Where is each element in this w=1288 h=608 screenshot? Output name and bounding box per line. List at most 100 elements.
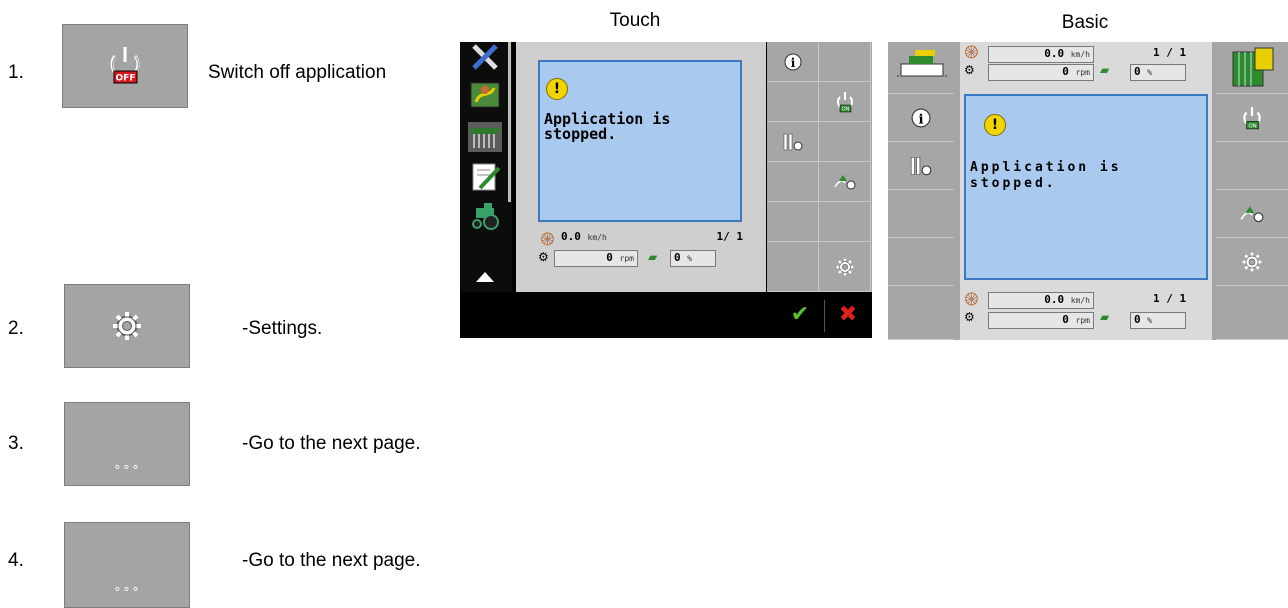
confirm-button[interactable]: ✔ bbox=[780, 302, 820, 327]
more-icon: ∘∘∘ bbox=[113, 582, 141, 597]
checklist-icon[interactable] bbox=[468, 162, 502, 192]
bottom-divider bbox=[824, 300, 825, 332]
basic-terminal: i 🛞 0.0 km/h 1 / 1 ⚙ 0 rpm ▰ 0 % ! Appli… bbox=[888, 42, 1288, 340]
tractor-icon[interactable] bbox=[468, 200, 502, 230]
touch-scrollbar[interactable] bbox=[508, 42, 511, 202]
flow-icon bbox=[833, 174, 855, 189]
touch-softkey-settings[interactable] bbox=[819, 242, 871, 292]
tools-icon[interactable] bbox=[468, 42, 502, 72]
touch-speed-field: 0.0 km/h bbox=[561, 230, 607, 243]
step-2-text: -Settings. bbox=[242, 318, 323, 339]
basic-right-key-top[interactable] bbox=[1216, 42, 1288, 94]
touch-softkey-section-settings[interactable] bbox=[767, 122, 819, 162]
cancel-button[interactable]: ✖ bbox=[828, 302, 868, 327]
basic-speed-field-top: 0.0 km/h bbox=[988, 46, 1094, 63]
touch-softkey-panel: i ON bbox=[767, 42, 872, 292]
basic-percent-field-top: 0 % bbox=[1130, 64, 1186, 81]
touch-percent-field: 0 % bbox=[670, 250, 716, 267]
step-1-number: 1. bbox=[8, 62, 24, 83]
step-4-text: -Go to the next page. bbox=[242, 550, 421, 571]
basic-speed-field-bottom: 0.0 km/h bbox=[988, 292, 1094, 309]
basic-rpm-field-bottom: 0 rpm bbox=[988, 312, 1094, 329]
basic-softkey-settings[interactable] bbox=[1216, 238, 1288, 286]
basic-section-field-bottom: 1 / 1 bbox=[1153, 292, 1187, 305]
basic-softkey-flow[interactable] bbox=[1216, 190, 1288, 238]
svg-text:ON: ON bbox=[841, 106, 849, 112]
rate-icon: ▰ bbox=[1100, 310, 1110, 324]
sections-map-icon bbox=[1232, 47, 1274, 86]
basic-left-key-empty-1[interactable] bbox=[888, 190, 954, 238]
basic-left-key-top[interactable] bbox=[888, 42, 954, 94]
gear-icon bbox=[113, 312, 141, 340]
svg-text:i: i bbox=[790, 56, 795, 70]
touch-bottom-bar: ✔ ✖ bbox=[460, 292, 872, 338]
more-icon: ∘∘∘ bbox=[113, 460, 141, 475]
basic-left-key-empty-2[interactable] bbox=[888, 238, 954, 286]
basic-softkey-power-on[interactable]: ON bbox=[1216, 94, 1288, 142]
touch-softkey-empty-4[interactable] bbox=[767, 162, 819, 202]
implement-icon[interactable] bbox=[468, 122, 502, 152]
basic-screen: 🛞 0.0 km/h 1 / 1 ⚙ 0 rpm ▰ 0 % ! Applica… bbox=[960, 42, 1212, 340]
next-page-key-2[interactable]: ∘∘∘ bbox=[64, 522, 190, 608]
settings-key[interactable] bbox=[64, 284, 190, 368]
touch-screen: ! Application is stopped. 🛞 0.0 km/h 1/ … bbox=[516, 42, 766, 292]
touch-softkey-flow[interactable] bbox=[819, 162, 871, 202]
basic-section-field-top: 1 / 1 bbox=[1153, 46, 1187, 59]
rate-icon: ▰ bbox=[648, 250, 658, 264]
step-1-text: Switch off application bbox=[208, 62, 387, 83]
power-on-icon: ON bbox=[836, 91, 853, 112]
gear-icon bbox=[1242, 252, 1262, 271]
svg-text:ON: ON bbox=[1248, 123, 1256, 129]
touch-softkey-empty-7[interactable] bbox=[767, 242, 819, 292]
touch-softkey-empty-3[interactable] bbox=[819, 122, 871, 162]
next-page-key-1[interactable]: ∘∘∘ bbox=[64, 402, 190, 486]
rpm-icon: ⚙ bbox=[964, 63, 975, 77]
touch-section-field: 1/ 1 bbox=[716, 230, 744, 243]
svg-text:OFF: OFF bbox=[116, 74, 136, 84]
step-4-number: 4. bbox=[8, 550, 24, 571]
speed-icon: 🛞 bbox=[964, 292, 979, 306]
basic-left-key-empty-3[interactable] bbox=[888, 286, 954, 340]
warning-icon: ! bbox=[984, 114, 1006, 136]
info-icon: i bbox=[911, 108, 931, 127]
field-map-icon[interactable] bbox=[468, 80, 502, 110]
step-2-number: 2. bbox=[8, 318, 24, 339]
power-off-key[interactable]: OFF bbox=[62, 24, 188, 108]
touch-softkey-power-on[interactable]: ON bbox=[819, 82, 871, 122]
touch-softkey-empty-2[interactable] bbox=[767, 82, 819, 122]
touch-heading: Touch bbox=[609, 10, 661, 31]
speed-icon: 🛞 bbox=[964, 45, 979, 59]
section-settings-icon bbox=[910, 156, 932, 175]
power-on-icon: ON bbox=[1243, 106, 1261, 129]
basic-softkey-section-settings[interactable] bbox=[888, 142, 954, 190]
rate-icon: ▰ bbox=[1100, 63, 1110, 77]
touch-message-text: Application is stopped. bbox=[544, 110, 671, 143]
touch-softkey-empty-5[interactable] bbox=[767, 202, 819, 242]
svg-text:i: i bbox=[918, 111, 923, 127]
info-icon: i bbox=[784, 53, 801, 70]
touch-softkey-empty-6[interactable] bbox=[819, 202, 871, 242]
rpm-icon: ⚙ bbox=[964, 310, 975, 324]
warning-icon: ! bbox=[546, 78, 568, 100]
arrow-up-icon[interactable] bbox=[468, 260, 502, 290]
speed-icon: 🛞 bbox=[540, 232, 555, 246]
basic-heading: Basic bbox=[1061, 12, 1109, 33]
touch-softkey-info[interactable]: i bbox=[767, 42, 819, 82]
basic-softkey-info[interactable]: i bbox=[888, 94, 954, 142]
gear-icon bbox=[836, 258, 853, 275]
step-3-number: 3. bbox=[8, 433, 24, 454]
touch-rpm-field: 0 rpm bbox=[554, 250, 638, 267]
touch-terminal: ! Application is stopped. 🛞 0.0 km/h 1/ … bbox=[460, 42, 872, 338]
basic-rpm-field-top: 0 rpm bbox=[988, 64, 1094, 81]
rpm-icon: ⚙ bbox=[538, 250, 549, 264]
implement-map-icon bbox=[897, 49, 947, 76]
touch-softkey-empty-1[interactable] bbox=[819, 42, 871, 82]
basic-percent-field-bottom: 0 % bbox=[1130, 312, 1186, 329]
touch-message-box: ! Application is stopped. bbox=[538, 60, 742, 222]
flow-icon bbox=[1240, 205, 1264, 222]
basic-right-key-empty-1[interactable] bbox=[1216, 142, 1288, 190]
basic-right-key-empty-2[interactable] bbox=[1216, 286, 1288, 340]
section-settings-icon bbox=[783, 133, 802, 150]
step-3-text: -Go to the next page. bbox=[242, 433, 421, 454]
power-off-icon: OFF bbox=[110, 47, 140, 84]
